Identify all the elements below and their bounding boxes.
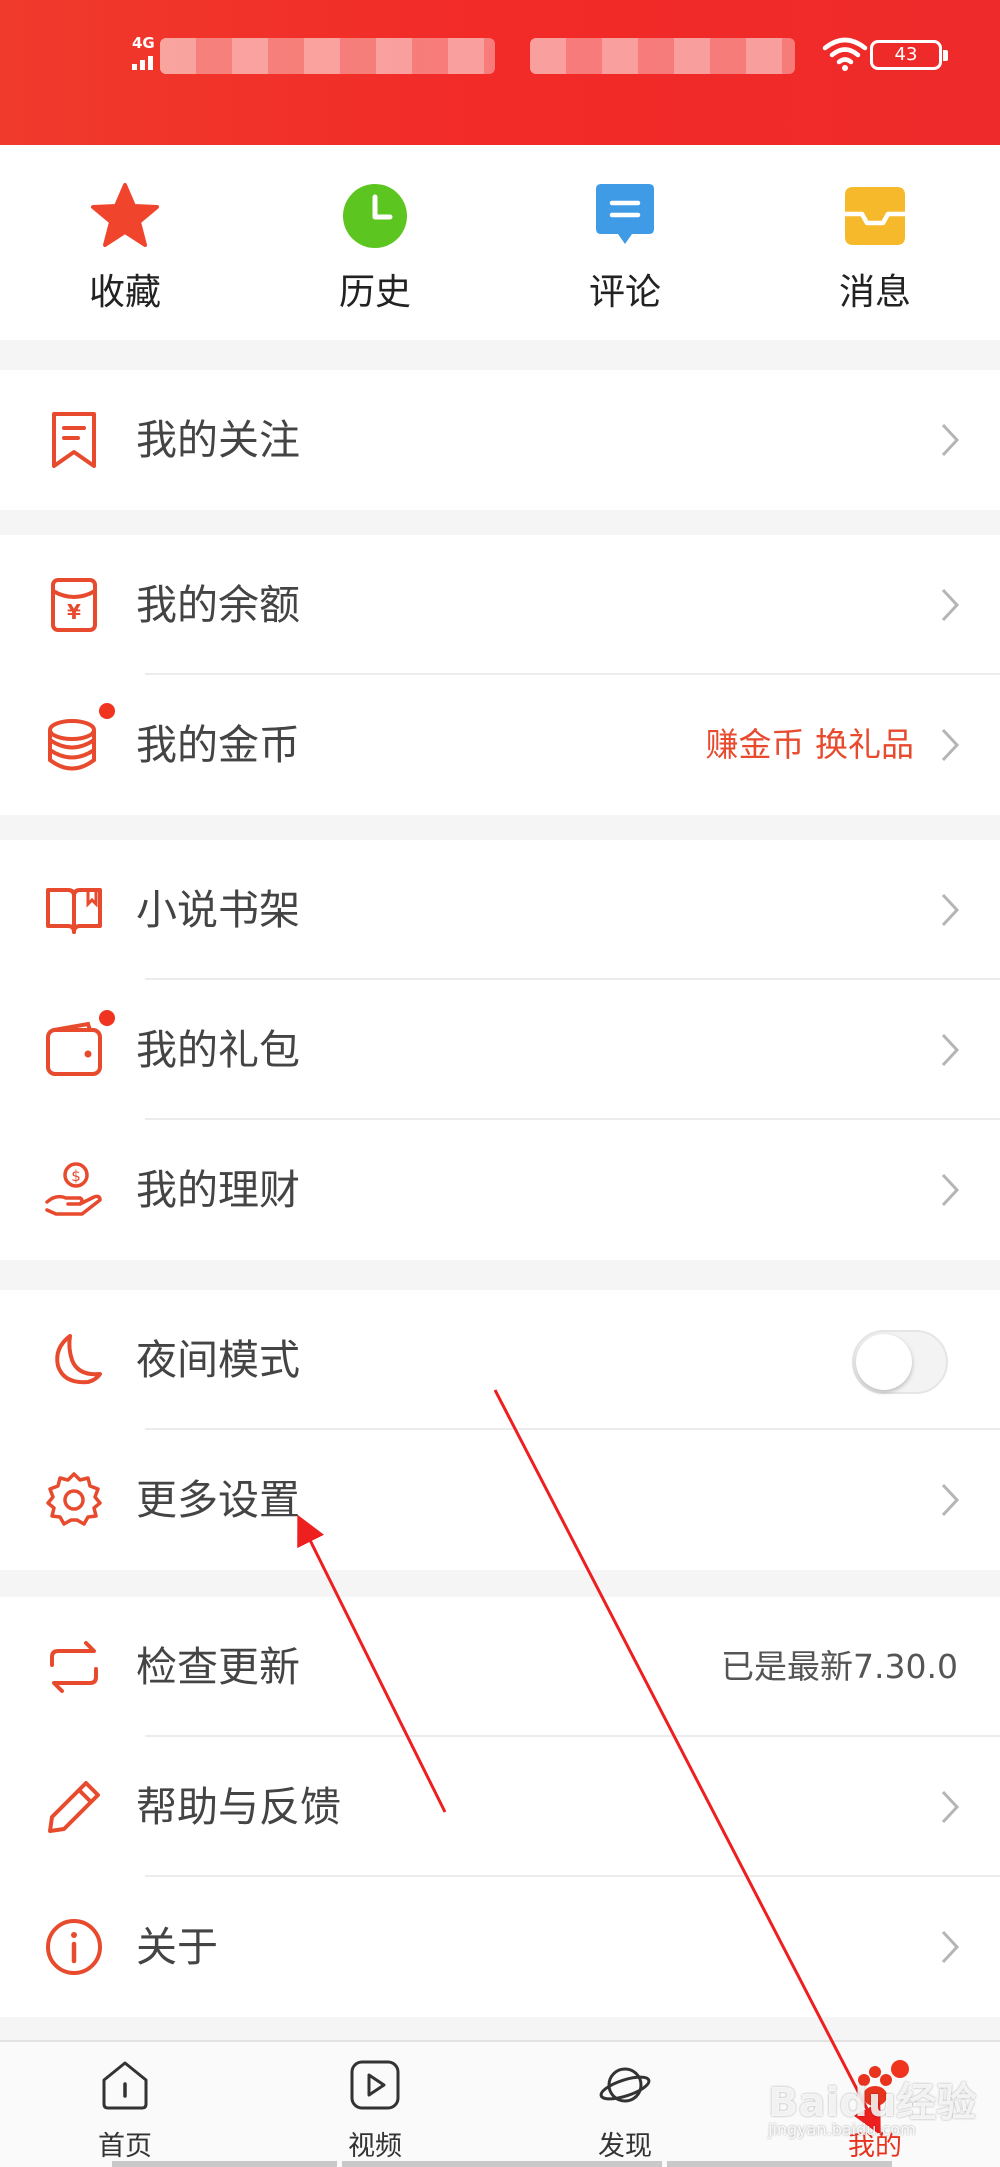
night-mode-toggle[interactable] — [852, 1330, 948, 1394]
home-indicator — [112, 2161, 337, 2167]
chevron-right-icon — [941, 588, 960, 622]
chevron-right-icon — [941, 423, 960, 457]
chevron-right-icon — [941, 1930, 960, 1964]
menu-item-help[interactable]: 帮助与反馈 — [0, 1737, 1000, 1877]
signal-icon — [132, 54, 162, 70]
menu-label: 我的余额 — [136, 581, 300, 629]
menu-item-bookshelf[interactable]: 小说书架 — [0, 840, 1000, 980]
menu-group-preferences: 夜间模式 更多设置 — [0, 1290, 1000, 1570]
blurred-notification — [530, 38, 795, 74]
version-text: 已是最新7.30.0 — [721, 1647, 958, 1686]
quick-actions: 收藏 历史 评论 消息 — [0, 145, 1000, 340]
notification-dot — [99, 1010, 115, 1026]
home-indicator — [342, 2161, 662, 2167]
quick-history[interactable]: 历史 — [250, 145, 500, 340]
toggle-knob — [856, 1334, 912, 1390]
menu-item-night-mode[interactable]: 夜间模式 — [0, 1290, 1000, 1430]
menu-item-balance[interactable]: ¥ 我的余额 — [0, 535, 1000, 675]
quick-label: 消息 — [838, 272, 911, 313]
watermark-url: jingyan.baidu.com — [768, 2120, 916, 2139]
network-type: 4G — [132, 34, 155, 52]
status-bar: 4G 43 — [0, 0, 1000, 145]
pencil-icon — [48, 1781, 100, 1833]
tab-discover[interactable]: 发现 — [500, 2042, 750, 2167]
tab-label: 首页 — [98, 2131, 152, 2162]
svg-text:$: $ — [71, 1167, 81, 1185]
book-icon — [46, 888, 102, 934]
notification-dot — [99, 703, 115, 719]
menu-group-follow: 我的关注 — [0, 370, 1000, 510]
tab-video[interactable]: 视频 — [250, 2042, 500, 2167]
svg-text:¥: ¥ — [67, 600, 81, 624]
quick-label: 历史 — [338, 272, 411, 313]
chevron-right-icon — [941, 1033, 960, 1067]
home-indicator — [667, 2161, 892, 2167]
chevron-right-icon — [941, 1483, 960, 1517]
battery-indicator: 43 — [870, 40, 948, 70]
tab-label: 视频 — [348, 2131, 402, 2162]
quick-comments[interactable]: 评论 — [500, 145, 750, 340]
inbox-icon — [845, 187, 905, 245]
quick-favorites[interactable]: 收藏 — [0, 145, 250, 340]
info-icon — [46, 1919, 102, 1975]
planet-icon — [599, 2067, 651, 2103]
video-icon — [350, 2060, 400, 2110]
wifi-icon — [822, 37, 868, 71]
quick-label: 收藏 — [88, 272, 161, 313]
bookmark-icon — [52, 412, 96, 468]
menu-item-coins[interactable]: 我的金币 赚金币 换礼品 — [0, 675, 1000, 815]
chevron-right-icon — [941, 1790, 960, 1824]
menu-item-follow[interactable]: 我的关注 — [0, 370, 1000, 510]
refresh-icon — [50, 1641, 98, 1693]
menu-item-settings[interactable]: 更多设置 — [0, 1430, 1000, 1570]
quick-messages[interactable]: 消息 — [750, 145, 1000, 340]
chevron-right-icon — [941, 1173, 960, 1207]
home-icon — [102, 2061, 148, 2110]
menu-group-content: 小说书架 我的礼包 $ 我的理财 — [0, 840, 1000, 1260]
menu-group-wallet: ¥ 我的余额 我的金币 赚金币 换礼品 — [0, 535, 1000, 815]
menu-label: 更多设置 — [136, 1476, 300, 1524]
menu-label: 关于 — [136, 1923, 218, 1971]
menu-group-app: 检查更新 已是最新7.30.0 帮助与反馈 关于 — [0, 1597, 1000, 2017]
menu-label: 我的礼包 — [136, 1026, 300, 1074]
menu-label: 我的金币 — [136, 721, 300, 769]
moon-icon — [55, 1334, 102, 1385]
menu-label: 我的理财 — [136, 1166, 300, 1214]
quick-label: 评论 — [588, 272, 661, 313]
earn-coins-promo[interactable]: 赚金币 换礼品 — [706, 675, 915, 815]
tab-home[interactable]: 首页 — [0, 2042, 250, 2167]
tab-label: 发现 — [598, 2131, 652, 2162]
menu-label: 检查更新 — [136, 1643, 300, 1691]
menu-label: 帮助与反馈 — [136, 1783, 341, 1831]
clock-icon — [343, 184, 407, 248]
wallet-icon — [46, 1021, 102, 1076]
menu-item-about[interactable]: 关于 — [0, 1877, 1000, 2017]
comment-icon — [596, 184, 654, 244]
menu-item-update[interactable]: 检查更新 已是最新7.30.0 — [0, 1597, 1000, 1737]
menu-item-finance[interactable]: $ 我的理财 — [0, 1120, 1000, 1260]
money-hand-icon: $ — [45, 1162, 102, 1216]
menu-label: 夜间模式 — [136, 1336, 300, 1384]
menu-item-gift[interactable]: 我的礼包 — [0, 980, 1000, 1120]
menu-label: 小说书架 — [136, 886, 300, 934]
star-icon — [91, 183, 159, 247]
chevron-right-icon — [941, 893, 960, 927]
blurred-notification — [160, 38, 495, 74]
coins-icon — [48, 719, 96, 771]
menu-label: 我的关注 — [136, 416, 300, 464]
chevron-right-icon — [941, 728, 960, 762]
gear-icon — [46, 1472, 102, 1526]
yuan-wallet-icon: ¥ — [51, 578, 97, 632]
